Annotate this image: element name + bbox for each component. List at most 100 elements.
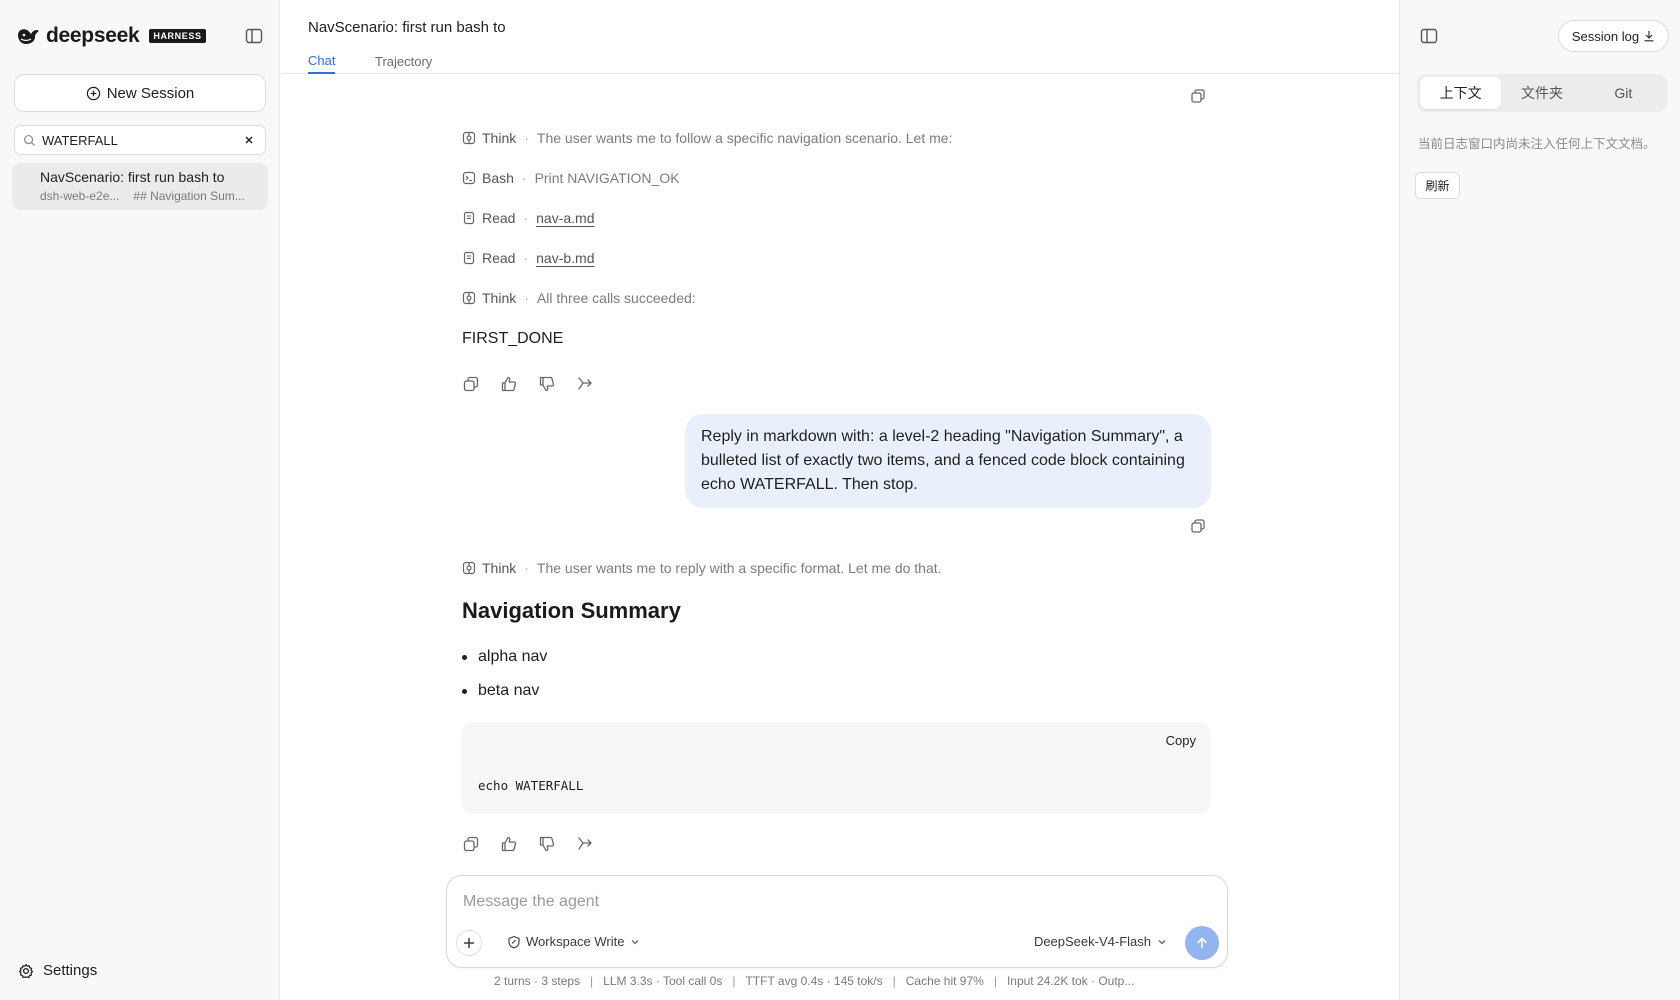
refresh-button[interactable]: 刷新 (1415, 172, 1460, 199)
copy-user-message-button[interactable] (1190, 518, 1206, 534)
think-step[interactable]: Think · All three calls succeeded: (462, 290, 696, 306)
tool-name: Think (482, 560, 517, 576)
main-header: NavScenario: first run bash to Chat Traj… (281, 0, 1399, 74)
plus-circle-icon (86, 86, 101, 101)
send-button[interactable] (1185, 926, 1219, 960)
download-icon (1643, 30, 1655, 42)
separator-dot: · (524, 560, 529, 576)
session-preview: ## Navigation Sum... (133, 189, 245, 203)
thumbs-down-icon[interactable] (538, 375, 556, 393)
tab-chat[interactable]: Chat (308, 48, 336, 74)
collapse-sidebar-button[interactable] (244, 26, 264, 46)
thumbs-down-icon[interactable] (538, 835, 556, 853)
tab-git[interactable]: Git (1583, 77, 1664, 109)
file-icon (462, 251, 476, 265)
code-block: Copy echo WATERFALL (462, 722, 1210, 814)
right-panel: Session log 上下文 文件夹 Git 当前日志窗口内尚未注入任何上下文… (1399, 0, 1680, 1000)
brand-badge: HARNESS (149, 29, 206, 43)
settings-label: Settings (43, 962, 98, 979)
stat-separator: | (892, 974, 896, 988)
main-panel: NavScenario: first run bash to Chat Traj… (281, 0, 1399, 1000)
message-actions (462, 375, 594, 393)
search-input[interactable] (42, 132, 241, 148)
stat-separator: | (590, 974, 594, 988)
markdown-heading: Navigation Summary (462, 598, 681, 623)
separator-dot: · (524, 130, 529, 146)
session-log-button[interactable]: Session log (1558, 20, 1669, 52)
tab-context[interactable]: 上下文 (1420, 77, 1502, 109)
list-item: beta nav (462, 682, 539, 700)
user-message: Reply in markdown with: a level-2 headin… (685, 414, 1211, 508)
session-log-label: Session log (1571, 28, 1640, 44)
shield-edit-icon (507, 935, 521, 949)
chevron-down-icon (1157, 937, 1167, 947)
session-search (14, 125, 266, 155)
tab-folder[interactable]: 文件夹 (1501, 77, 1582, 109)
think-icon (462, 131, 476, 145)
think-icon (462, 291, 476, 305)
separator-dot: · (523, 210, 529, 226)
context-empty-text: 当前日志窗口内尚未注入任何上下文文档。 (1418, 137, 1656, 151)
right-panel-tabs: 上下文 文件夹 Git (1417, 74, 1667, 112)
chevron-down-icon (630, 937, 640, 947)
thumbs-up-icon[interactable] (500, 835, 518, 853)
read-step[interactable]: Read · nav-a.md (462, 210, 595, 226)
tool-name: Think (482, 290, 517, 306)
tool-description: The user wants me to reply with a specif… (536, 560, 942, 576)
new-session-button[interactable]: New Session (14, 74, 266, 112)
tool-name: Bash (482, 170, 514, 186)
arrow-up-icon (1195, 936, 1209, 950)
ttft-stat: TTFT avg 0.4s · 145 tok/s (745, 974, 883, 988)
think-step[interactable]: Think · The user wants me to follow a sp… (462, 130, 952, 146)
file-link[interactable]: nav-b.md (536, 250, 594, 266)
branch-icon[interactable] (576, 835, 594, 853)
read-step[interactable]: Read · nav-b.md (462, 250, 595, 266)
turns-stat: 2 turns · 3 steps (494, 974, 581, 988)
copy-icon[interactable] (462, 375, 480, 393)
toggle-right-panel-button[interactable] (1419, 26, 1439, 46)
new-session-label: New Session (106, 84, 195, 102)
close-icon (244, 135, 254, 145)
file-icon (462, 211, 476, 225)
tool-name: Read (482, 210, 516, 226)
separator-dot: · (521, 170, 527, 186)
think-icon (462, 561, 476, 575)
gear-icon (18, 963, 34, 979)
bullet-icon (462, 654, 467, 660)
thumbs-up-icon[interactable] (500, 375, 518, 393)
file-link[interactable]: nav-a.md (536, 210, 594, 226)
left-sidebar: deepseek HARNESS New Session WATERFALL N… (0, 0, 280, 1000)
brand-logo[interactable]: deepseek HARNESS (16, 24, 206, 48)
clear-search-button[interactable] (241, 132, 257, 148)
bash-step[interactable]: Bash · Print NAVIGATION_OK (462, 170, 680, 186)
assistant-answer: FIRST_DONE (462, 330, 564, 347)
plus-icon (463, 937, 475, 949)
message-input[interactable] (463, 890, 1183, 914)
token-stat: Input 24.2K tok · Outp... (1006, 974, 1135, 988)
stat-separator: | (732, 974, 736, 988)
think-step[interactable]: Think · The user wants me to reply with … (462, 560, 942, 576)
tool-description: All three calls succeeded: (536, 290, 696, 306)
bullet-icon (462, 688, 467, 694)
sidebar-toggle-icon (244, 26, 264, 46)
list-item-text: alpha nav (478, 648, 548, 665)
copy-message-button[interactable] (1190, 88, 1206, 104)
copy-code-button[interactable]: Copy (1166, 733, 1196, 748)
model-select[interactable]: DeepSeek-V4-Flash (1034, 934, 1167, 949)
add-attachment-button[interactable] (456, 930, 482, 956)
tool-description: The user wants me to follow a specific n… (536, 130, 953, 146)
copy-icon[interactable] (462, 835, 480, 853)
tool-description: Print NAVIGATION_OK (534, 170, 680, 186)
permission-mode-select[interactable]: Workspace Write (507, 934, 640, 949)
terminal-icon (462, 171, 476, 185)
branch-icon[interactable] (576, 375, 594, 393)
session-stats: 2 turns · 3 steps | LLM 3.3s · Tool call… (494, 974, 1134, 988)
whale-logo-icon (16, 26, 40, 46)
list-item: alpha nav (462, 648, 547, 666)
session-list-item[interactable]: NavScenario: first run bash to dsh-web-e… (12, 163, 268, 210)
llm-stat: LLM 3.3s · Tool call 0s (603, 974, 723, 988)
tab-trajectory[interactable]: Trajectory (375, 48, 432, 74)
tool-name: Think (482, 130, 517, 146)
page-title: NavScenario: first run bash to (308, 19, 506, 36)
settings-button[interactable]: Settings (18, 962, 97, 979)
